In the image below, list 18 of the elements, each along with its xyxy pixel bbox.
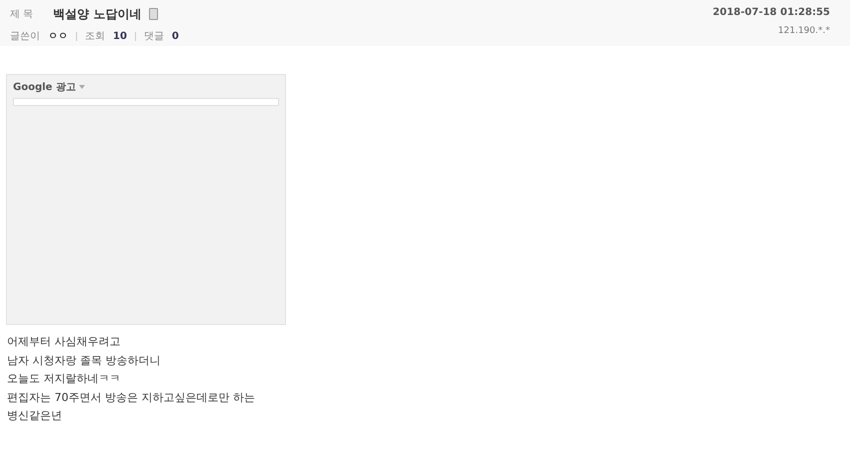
- body-text-line: 어제부터 사심채우려고: [7, 335, 122, 350]
- meta-value: 10: [113, 30, 127, 42]
- subject-label: 제 목: [10, 8, 34, 21]
- body-text-line: 병신같은년: [7, 409, 63, 424]
- meta-label: 글쓴이: [10, 30, 40, 43]
- ip-address: 121.190.*.*: [778, 26, 830, 36]
- document-icon: [149, 8, 158, 20]
- body-text-line: 오늘도 저지랄하네ㅋㅋ: [7, 372, 122, 386]
- meta-label: 댓글: [144, 30, 164, 43]
- meta-value: 0: [172, 30, 179, 42]
- meta-value: ㅇㅇ: [48, 30, 68, 43]
- meta-label: 조회: [85, 30, 105, 43]
- body-text-line: 편집자는 70주면서 방송은 지하고싶은데로만 하는: [7, 390, 256, 405]
- post-title: 백설양 노답이네: [53, 6, 142, 22]
- post-date: 2018-07-18 01:28:55: [712, 7, 830, 18]
- body-text-line: 남자 시청자랑 졸목 방송하더니: [7, 354, 162, 368]
- caret-icon[interactable]: [78, 85, 85, 89]
- ad-label[interactable]: Google 광고: [13, 80, 76, 94]
